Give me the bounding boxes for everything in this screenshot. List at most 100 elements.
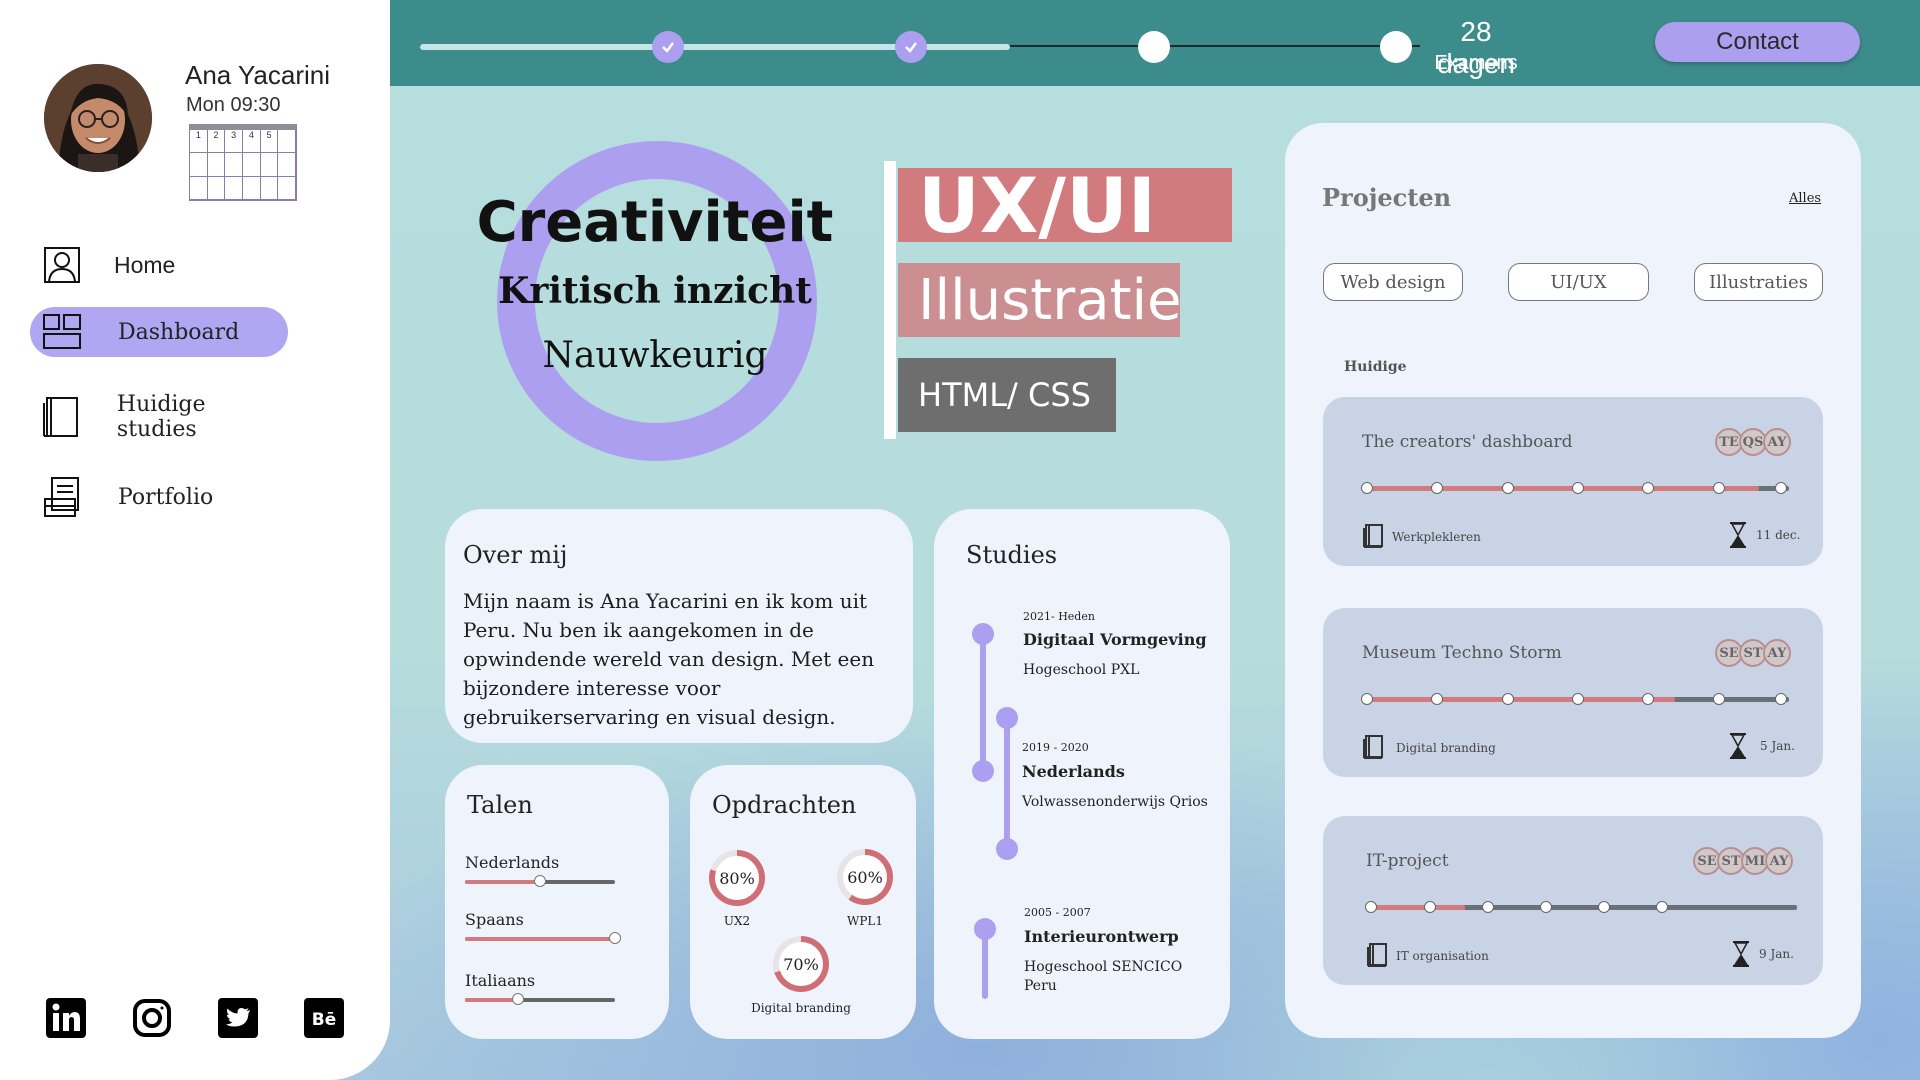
member-avatar[interactable]: AY bbox=[1763, 639, 1791, 667]
member-avatar[interactable]: AY bbox=[1765, 847, 1793, 875]
timeline-dot bbox=[974, 918, 996, 940]
user-time: Mon 09:30 bbox=[186, 94, 281, 116]
member-avatar[interactable]: AY bbox=[1763, 428, 1791, 456]
calendar-day[interactable]: 5 bbox=[260, 130, 279, 154]
book-icon bbox=[1363, 735, 1383, 759]
calendar-day[interactable] bbox=[242, 176, 261, 200]
calendar-day[interactable] bbox=[225, 153, 243, 177]
calendar-day[interactable] bbox=[207, 153, 226, 177]
calendar-day[interactable] bbox=[225, 176, 243, 200]
project-progress-track bbox=[1365, 901, 1797, 913]
project-card[interactable]: IT-project SE ST MI AY IT organisation 9… bbox=[1323, 816, 1823, 985]
exam-label: Examens bbox=[1434, 52, 1518, 74]
svg-text:Bē: Bē bbox=[312, 1010, 337, 1030]
progress-node bbox=[1365, 901, 1377, 913]
study-school: Hogeschool PXL bbox=[1023, 662, 1140, 678]
language-level-bar bbox=[465, 993, 615, 1005]
projects-title: Projecten bbox=[1322, 183, 1452, 212]
trait-creativity: Creativiteit bbox=[476, 190, 834, 255]
language-level-knob bbox=[534, 875, 546, 887]
study-date: 2005 - 2007 bbox=[1024, 906, 1091, 919]
project-name: Museum Techno Storm bbox=[1362, 643, 1562, 663]
trait-accuracy: Nauwkeurig bbox=[542, 335, 768, 376]
assignment-donut[interactable]: 70% bbox=[773, 936, 829, 992]
study-school: Volwassenonderwijs Qrios bbox=[1022, 794, 1208, 810]
language-name: Spaans bbox=[465, 910, 524, 929]
milestone-step[interactable] bbox=[1138, 31, 1170, 63]
timeline-dot bbox=[972, 623, 994, 645]
timeline-dot bbox=[972, 760, 994, 782]
portfolio-icon bbox=[40, 475, 84, 519]
progress-node bbox=[1431, 482, 1444, 494]
linkedin-icon[interactable] bbox=[46, 998, 86, 1038]
mini-calendar[interactable]: 1 2 3 4 5 bbox=[189, 124, 297, 201]
about-title: Over mij bbox=[463, 541, 568, 569]
language-level-bar bbox=[465, 932, 621, 944]
sidebar-item-home[interactable]: Home bbox=[30, 240, 288, 290]
book-icon bbox=[1367, 943, 1387, 967]
calendar-day[interactable] bbox=[190, 153, 208, 177]
milestone-step[interactable] bbox=[1380, 31, 1412, 63]
sidebar-item-portfolio[interactable]: Portfolio bbox=[30, 472, 288, 522]
calendar-day[interactable] bbox=[278, 153, 296, 177]
progress-node bbox=[1539, 901, 1552, 913]
assignment-donut[interactable]: 80% bbox=[709, 850, 765, 906]
language-item: Nederlands bbox=[465, 853, 615, 887]
calendar-day[interactable]: 1 bbox=[190, 130, 208, 154]
sidebar-item-dashboard[interactable]: Dashboard bbox=[30, 307, 288, 357]
instagram-icon[interactable] bbox=[132, 998, 172, 1038]
skills-divider bbox=[884, 161, 896, 439]
skill-html-css: HTML/ CSS bbox=[898, 358, 1116, 432]
milestone-step-done[interactable] bbox=[895, 31, 927, 63]
progress-node bbox=[1712, 693, 1725, 705]
progress-node bbox=[1774, 693, 1787, 705]
avatar[interactable] bbox=[44, 64, 152, 172]
filter-web-design[interactable]: Web design bbox=[1323, 263, 1463, 301]
project-members: SE ST MI AY bbox=[1693, 847, 1793, 875]
calendar-day[interactable] bbox=[260, 153, 279, 177]
studies-title: Studies bbox=[966, 541, 1058, 569]
user-icon bbox=[40, 243, 84, 287]
filter-ui-ux[interactable]: UI/UX bbox=[1508, 263, 1649, 301]
progress-node bbox=[1361, 693, 1373, 705]
project-card[interactable]: Museum Techno Storm SE ST AY Digital bra… bbox=[1323, 608, 1823, 777]
social-links: Bē bbox=[46, 998, 344, 1038]
language-level-knob bbox=[511, 993, 524, 1005]
behance-icon[interactable]: Bē bbox=[304, 998, 344, 1038]
calendar-day[interactable]: 2 bbox=[207, 130, 226, 154]
projects-all-link[interactable]: Alles bbox=[1789, 191, 1821, 206]
calendar-day[interactable] bbox=[260, 176, 279, 200]
languages-title: Talen bbox=[467, 791, 533, 819]
contact-button[interactable]: Contact bbox=[1655, 22, 1860, 62]
assignment-label: WPL1 bbox=[846, 914, 883, 928]
calendar-day[interactable] bbox=[207, 176, 226, 200]
calendar-day[interactable] bbox=[242, 153, 261, 177]
sidebar-item-label: Home bbox=[114, 251, 176, 278]
studies-card: Studies 2021- Heden Digitaal Vormgeving … bbox=[934, 509, 1230, 1039]
project-course: Werkplekleren bbox=[1392, 530, 1481, 544]
progress-node bbox=[1642, 482, 1655, 494]
study-school-location: Peru bbox=[1024, 978, 1057, 994]
sidebar: Ana Yacarini Mon 09:30 1 2 3 4 5 Home Da… bbox=[0, 0, 390, 1080]
calendar-day[interactable]: 4 bbox=[242, 130, 261, 154]
project-course: Digital branding bbox=[1396, 741, 1496, 755]
study-title: Digitaal Vormgeving bbox=[1023, 630, 1207, 649]
filter-illustrations[interactable]: Illustraties bbox=[1694, 263, 1823, 301]
calendar-day[interactable] bbox=[190, 176, 208, 200]
timeline-dot bbox=[996, 707, 1018, 729]
project-members: SE ST AY bbox=[1715, 639, 1791, 667]
assignment-donut[interactable]: 60% bbox=[837, 849, 893, 905]
assignment-score: 70% bbox=[779, 942, 823, 986]
milestone-step-done[interactable] bbox=[652, 31, 684, 63]
calendar-day[interactable]: 3 bbox=[225, 130, 243, 154]
calendar-day[interactable] bbox=[278, 176, 296, 200]
project-card[interactable]: The creators' dashboard TE QS AY Werkple… bbox=[1323, 397, 1823, 566]
calendar-day[interactable] bbox=[278, 130, 296, 154]
assignment-label: UX2 bbox=[723, 914, 751, 928]
sidebar-item-studies[interactable]: Huidige studies bbox=[30, 392, 288, 442]
twitter-icon[interactable] bbox=[218, 998, 258, 1038]
project-name: The creators' dashboard bbox=[1362, 432, 1573, 452]
progress-node bbox=[1572, 693, 1584, 705]
assignment-score: 60% bbox=[843, 855, 887, 899]
check-icon bbox=[662, 42, 674, 53]
